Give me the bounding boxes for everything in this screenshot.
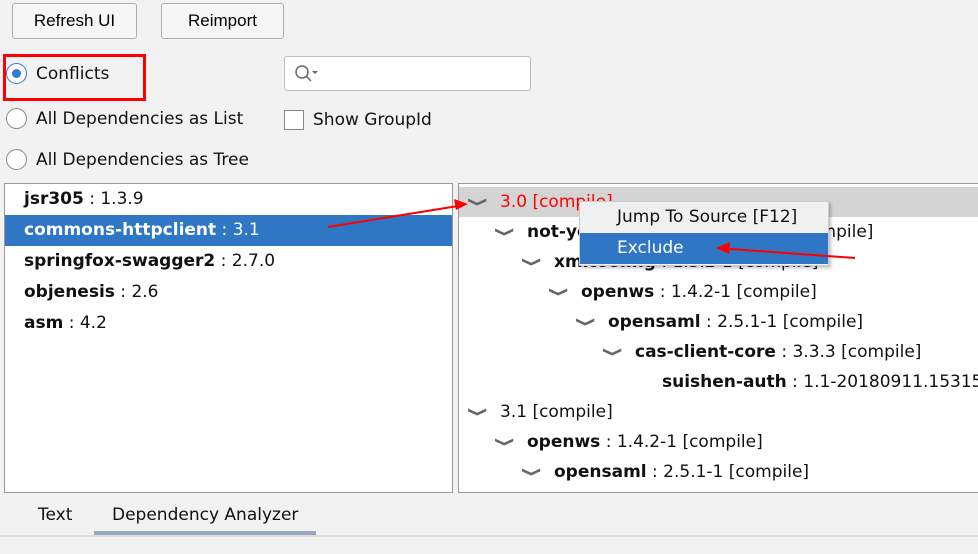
artifact-name: cas-client-core [635, 342, 776, 362]
tree-node[interactable]: ❯ opensaml : 2.5.1-1 [compile] [459, 457, 978, 487]
artifact-name: openws [581, 282, 655, 302]
radio-all-tree[interactable]: All Dependencies as Tree [6, 149, 249, 170]
chevron-down-icon[interactable]: ❯ [459, 407, 497, 418]
conflict-item[interactable]: commons-httpclient : 3.1 [5, 215, 452, 246]
artifact-name: jsr305 [24, 189, 84, 209]
radio-all-list[interactable]: All Dependencies as List [6, 108, 243, 129]
artifact-name: objenesis [24, 282, 115, 302]
highlight-box [3, 54, 146, 101]
chevron-down-icon[interactable]: ❯ [459, 197, 497, 208]
radio-button[interactable] [6, 149, 27, 170]
search-input[interactable] [284, 56, 531, 91]
artifact-version: : 3.3.3 [compile] [775, 342, 922, 362]
radio-label: All Dependencies as List [36, 108, 244, 129]
tree-node[interactable]: ❯ openws : 1.4.2-1 [compile] [459, 427, 978, 457]
show-groupid-checkbox[interactable]: Show GroupId [284, 110, 432, 130]
artifact-version: : 1.4.2-1 [compile] [654, 282, 817, 302]
tree-node[interactable]: suishen-auth : 1.1-20180911.153153 [459, 367, 978, 397]
tree-node[interactable]: ❯ opensaml : 2.5.1-1 [compile] [459, 307, 978, 337]
artifact-name: commons-httpclient [24, 220, 217, 240]
chevron-down-icon[interactable]: ❯ [482, 437, 524, 448]
radio-label: All Dependencies as Tree [36, 149, 249, 170]
search-icon [295, 65, 318, 82]
conflict-item[interactable]: jsr305 : 1.3.9 [5, 184, 452, 215]
chevron-down-icon[interactable]: ❯ [590, 347, 632, 358]
artifact-version: : 2.5.1-1 [compile] [646, 462, 810, 482]
menu-item-exclude[interactable]: Exclude [580, 233, 828, 264]
artifact-version: : 2.6 [114, 282, 159, 302]
artifact-name: suishen-auth [662, 372, 787, 392]
artifact-version: : 2.5.1-1 [compile] [700, 312, 864, 332]
tree-node[interactable]: ❯ openws : 1.4.2-1 [compile] [459, 277, 978, 307]
artifact-name: opensaml [608, 312, 701, 332]
conflicts-list[interactable]: jsr305 : 1.3.9 commons-httpclient : 3.1 sp… [4, 183, 453, 493]
conflict-item[interactable]: objenesis : 2.6 [5, 277, 452, 308]
refresh-ui-button[interactable]: Refresh UI [12, 3, 137, 39]
chevron-down-icon[interactable]: ❯ [509, 467, 551, 478]
artifact-version: : 4.2 [63, 313, 107, 333]
bottom-tabs: Text Dependency Analyzer [0, 495, 978, 537]
artifact-version: : 1.4.2-1 [compile] [600, 432, 763, 452]
checkbox-label: Show GroupId [313, 110, 432, 130]
artifact-version: 3.1 [compile] [500, 402, 613, 422]
tab-text[interactable]: Text [20, 495, 90, 535]
artifact-name: opensaml [554, 462, 647, 482]
context-menu: Jump To Source [F12] Exclude [579, 201, 829, 266]
tree-node[interactable]: ❯ cas-client-core : 3.3.3 [compile] [459, 337, 978, 367]
artifact-version: : 3.1 [216, 220, 260, 240]
artifact-name: asm [24, 313, 64, 333]
reimport-button[interactable]: Reimport [161, 3, 284, 39]
artifact-name: springfox-swagger2 [24, 251, 216, 271]
checkbox[interactable] [284, 110, 304, 130]
conflict-item[interactable]: asm : 4.2 [5, 308, 452, 339]
chevron-down-icon[interactable]: ❯ [563, 317, 605, 328]
radio-button[interactable] [6, 108, 27, 129]
tab-dependency-analyzer[interactable]: Dependency Analyzer [94, 495, 317, 535]
chevron-down-icon[interactable]: ❯ [482, 227, 524, 238]
conflict-item[interactable]: springfox-swagger2 : 2.7.0 [5, 246, 452, 277]
artifact-version: : 2.7.0 [215, 251, 276, 271]
menu-item-jump-to-source[interactable]: Jump To Source [F12] [580, 202, 828, 233]
artifact-version: : 1.1-20180911.153153 [786, 372, 978, 392]
artifact-version: : 1.3.9 [83, 189, 144, 209]
tree-node[interactable]: ❯ 3.1 [compile] [459, 397, 978, 427]
chevron-down-icon[interactable]: ❯ [509, 257, 551, 268]
artifact-name: openws [527, 432, 601, 452]
chevron-down-icon[interactable]: ❯ [536, 287, 578, 298]
